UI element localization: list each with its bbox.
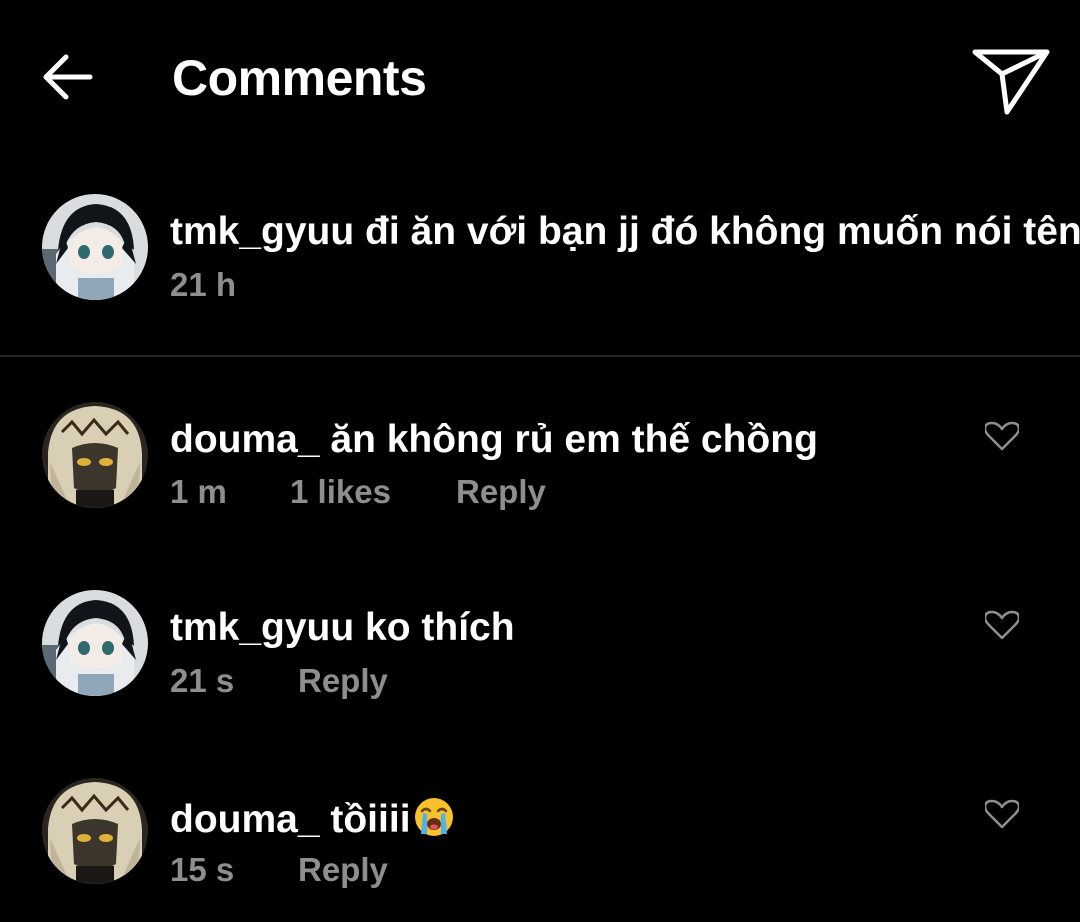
like-button[interactable]: [980, 605, 1024, 645]
comment-body: ăn không rủ em thế chồng: [330, 418, 818, 461]
comment-time: 15 s: [170, 851, 235, 888]
reply-button[interactable]: Reply: [298, 850, 388, 890]
like-button[interactable]: [980, 416, 1024, 456]
comment-time: 21 s: [170, 662, 235, 699]
back-button[interactable]: [38, 48, 96, 106]
comment-likes[interactable]: 1 likes: [290, 472, 391, 512]
arrow-left-icon: [43, 54, 93, 100]
caption-username[interactable]: tmk_gyuu: [170, 210, 354, 253]
caption-avatar[interactable]: [42, 194, 148, 300]
anime-avatar-blonde: [42, 778, 148, 884]
heart-outline-icon: [985, 421, 1019, 451]
comment-text: douma_ tồiiii: [170, 796, 455, 842]
comment-time: 1 m: [170, 473, 227, 510]
loudly-crying-face-emoji: [413, 796, 455, 838]
comment-body: tồiiii: [330, 798, 411, 841]
heart-outline-icon: [985, 610, 1019, 640]
share-button[interactable]: [968, 42, 1054, 118]
comment-username[interactable]: douma_: [170, 418, 320, 461]
header-bar: Comments: [0, 0, 1080, 160]
comment-text: tmk_gyuu ko thích: [170, 606, 515, 650]
comment-body: ko thích: [365, 606, 515, 649]
reply-button[interactable]: Reply: [298, 661, 388, 701]
paper-plane-icon: [972, 49, 1050, 115]
comment-username[interactable]: douma_: [170, 798, 320, 841]
caption-text: tmk_gyuu đi ăn với bạn jj đó không muốn …: [170, 210, 1080, 254]
page-title: Comments: [172, 50, 427, 106]
comment-avatar[interactable]: [42, 402, 148, 508]
caption-body: đi ăn với bạn jj đó không muốn nói tên: [365, 210, 1080, 253]
anime-avatar-blonde: [42, 402, 148, 508]
comment-text: douma_ ăn không rủ em thế chồng: [170, 418, 818, 462]
reply-button[interactable]: Reply: [456, 472, 546, 512]
caption-divider: [0, 355, 1080, 357]
heart-outline-icon: [985, 799, 1019, 829]
anime-avatar-black-hair: [42, 590, 148, 696]
anime-avatar-black-hair: [42, 194, 148, 300]
comment-avatar[interactable]: [42, 778, 148, 884]
like-button[interactable]: [980, 794, 1024, 834]
comment-username[interactable]: tmk_gyuu: [170, 606, 354, 649]
caption-time: 21 h: [170, 266, 237, 303]
comment-avatar[interactable]: [42, 590, 148, 696]
